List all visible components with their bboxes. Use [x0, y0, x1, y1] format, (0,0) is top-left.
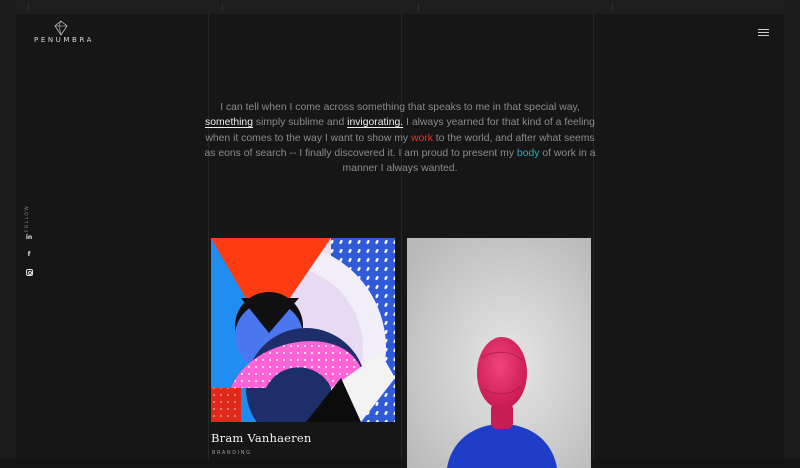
intro-p1: I can tell when I come across something …: [220, 102, 580, 113]
follow-label: FOLLOW: [25, 204, 31, 233]
brand-logo[interactable]: PENUMBRA: [34, 20, 96, 52]
menu-button[interactable]: [758, 28, 770, 38]
follow-label-wrap: FOLLOW: [24, 204, 38, 236]
grid-line: [593, 14, 594, 459]
portfolio-image-masked-figure[interactable]: [407, 238, 591, 468]
grid-line: [401, 14, 402, 459]
brand-name: PENUMBRA: [34, 36, 95, 44]
something-link[interactable]: something: [205, 117, 253, 128]
page: PENUMBRA FOLLOW in f I can tell when I c…: [16, 14, 784, 459]
portfolio-category: BRANDING: [212, 450, 252, 456]
portfolio-image-abstract[interactable]: [211, 238, 395, 422]
left-edge: [0, 0, 16, 459]
invigorating-link[interactable]: invigorating.: [347, 117, 403, 128]
work-word: work: [410, 132, 433, 144]
facebook-icon[interactable]: f: [25, 251, 33, 259]
instagram-icon[interactable]: [26, 269, 33, 276]
grid-line: [208, 14, 209, 459]
portfolio-title[interactable]: Bram Vanhaeren: [211, 431, 311, 445]
intro-text: I can tell when I come across something …: [204, 102, 596, 175]
diamond-logo-icon: [54, 20, 68, 36]
body-word: body: [516, 147, 540, 159]
right-edge: [784, 0, 800, 459]
browser-top-strip: [0, 0, 800, 14]
linkedin-icon[interactable]: in: [25, 234, 33, 242]
hamburger-menu-icon: [758, 29, 769, 30]
